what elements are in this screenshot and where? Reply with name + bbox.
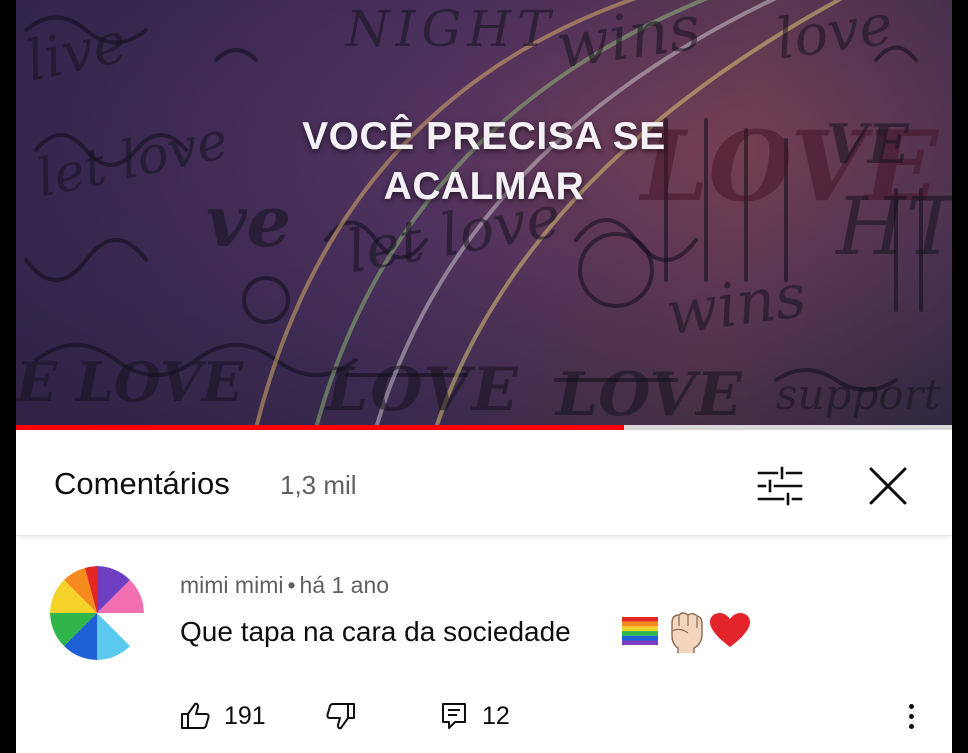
close-icon xyxy=(869,467,907,505)
comment-time[interactable]: há 1 ano xyxy=(300,572,390,598)
screenshot-frame: live let love ve let love NIGHT wins lov… xyxy=(0,0,968,753)
more-dot-icon xyxy=(908,703,914,709)
thumbs-up-icon xyxy=(181,702,210,729)
sort-comments-button[interactable] xyxy=(750,458,810,514)
background-lettering: E LOVE xyxy=(16,350,244,414)
reply-count: 12 xyxy=(482,701,510,730)
close-comments-button[interactable] xyxy=(858,458,918,514)
reply-comment-icon xyxy=(442,703,466,729)
more-dot-icon xyxy=(908,723,914,729)
reply-button[interactable]: 12 xyxy=(440,694,510,738)
video-caption: VOCÊ PRECISA SE ACALMAR xyxy=(16,112,952,212)
more-options-button[interactable] xyxy=(896,696,926,736)
red-heart-icon xyxy=(710,613,750,647)
comment-meta: mimi mimi • há 1 ano xyxy=(180,572,389,599)
thumbs-down-icon xyxy=(326,703,355,730)
comments-panel: Comentários 1,3 mil mimi mimi • há 1 ano… xyxy=(16,430,952,753)
like-button[interactable]: 191 xyxy=(180,694,266,738)
rainbow-avatar-image xyxy=(50,566,144,660)
comment-text: Que tapa na cara da sociedade xyxy=(180,616,571,647)
raised-fist-icon xyxy=(671,612,703,653)
comments-header: Comentários 1,3 mil xyxy=(16,430,952,536)
comment-item: mimi mimi • há 1 ano Que tapa na cara da s… xyxy=(16,536,952,753)
comments-title: Comentários xyxy=(54,466,230,501)
meta-separator: • xyxy=(287,572,296,598)
comments-count: 1,3 mil xyxy=(280,470,357,500)
comment-author[interactable]: mimi mimi xyxy=(180,572,283,598)
comment-actions: 191 12 xyxy=(16,694,952,738)
sort-filter-icon xyxy=(757,466,803,506)
background-lettering: LOVE xyxy=(326,355,520,425)
more-dot-icon xyxy=(908,713,914,719)
background-lettering: NIGHT xyxy=(346,0,557,58)
background-lettering: LOVE xyxy=(556,360,742,428)
video-caption-line1: VOCÊ PRECISA SE xyxy=(302,115,666,158)
comment-emojis xyxy=(622,608,750,654)
video-player[interactable]: live let love ve let love NIGHT wins lov… xyxy=(16,0,952,428)
background-lettering: support xyxy=(776,370,941,419)
rainbow-flag-icon xyxy=(622,617,658,645)
video-caption-line2: ACALMAR xyxy=(383,165,585,208)
dislike-button[interactable] xyxy=(326,694,356,738)
like-count: 191 xyxy=(224,701,266,730)
avatar[interactable] xyxy=(50,566,144,660)
